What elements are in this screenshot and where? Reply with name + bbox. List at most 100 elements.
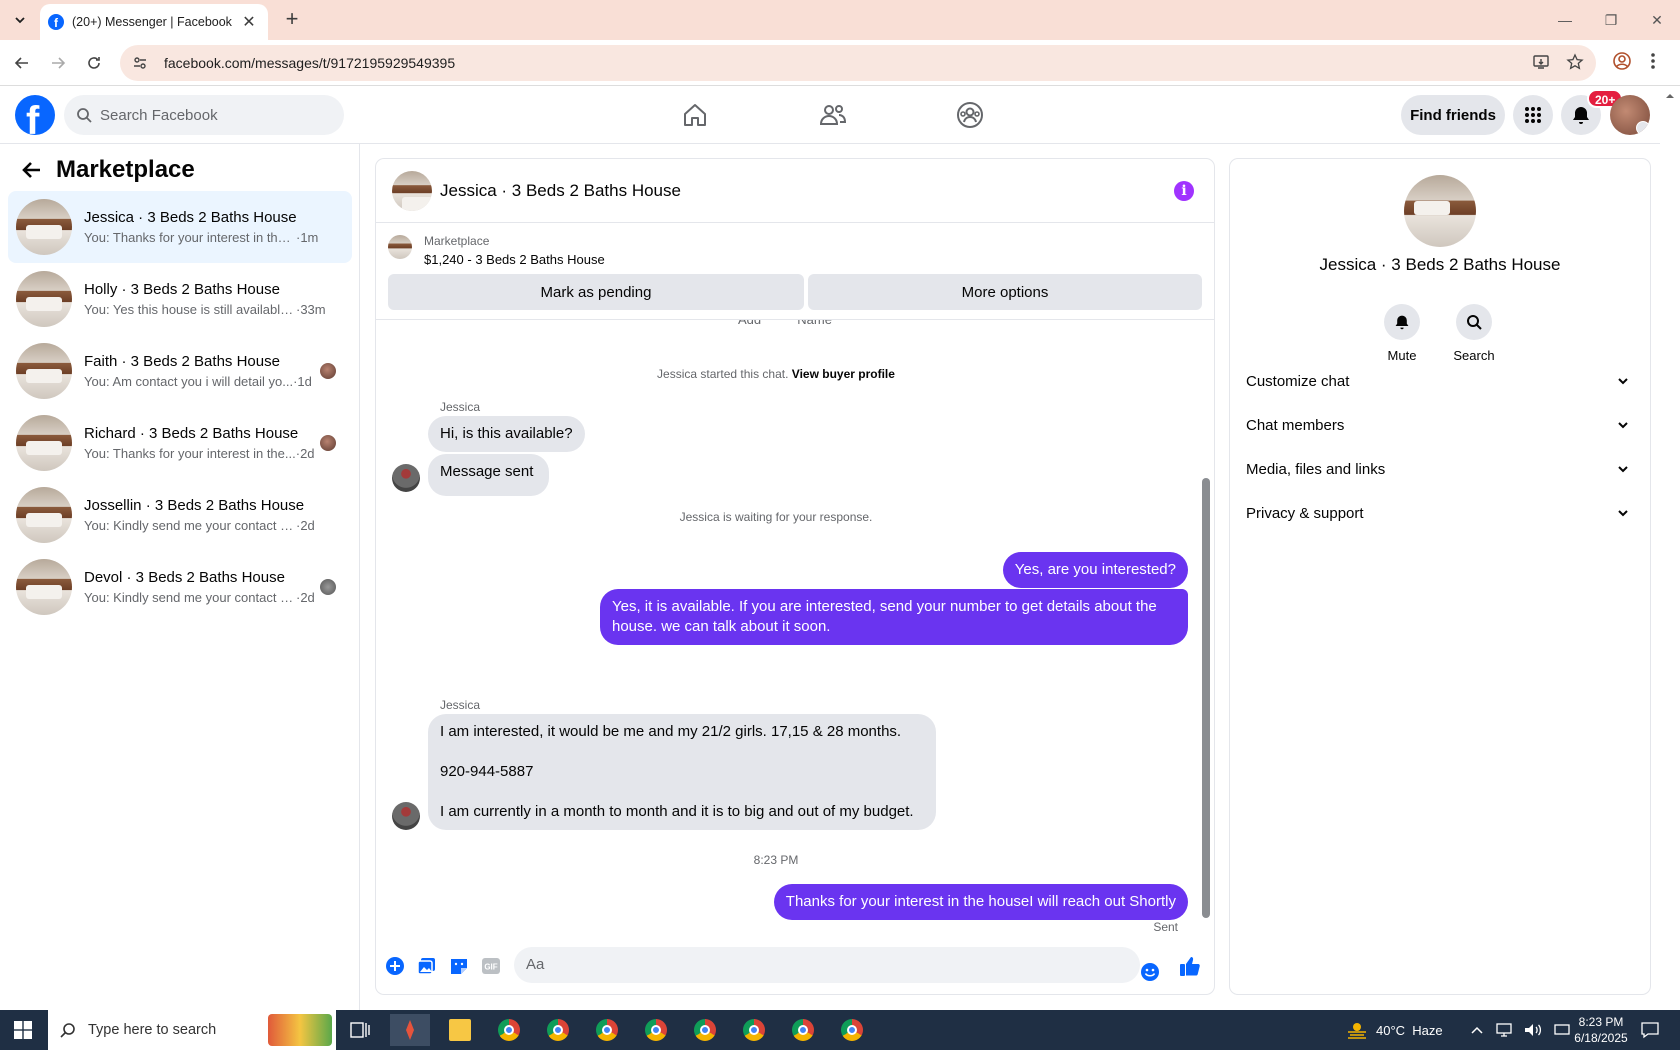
customize-chat-row[interactable]: Customize chat <box>1246 361 1634 401</box>
chrome-taskbar-icon[interactable] <box>783 1014 823 1046</box>
sender-avatar[interactable] <box>392 464 420 492</box>
back-arrow-icon[interactable] <box>20 158 44 182</box>
chrome-taskbar-icon[interactable] <box>734 1014 774 1046</box>
display-icon[interactable] <box>1554 1023 1570 1037</box>
sticky-notes-icon[interactable] <box>440 1014 480 1046</box>
message-line: I am currently in a month to month and i… <box>440 803 914 820</box>
conversation-item[interactable]: Faith · 3 Beds 2 Baths House You: Am con… <box>8 335 352 407</box>
message-list[interactable]: Add Name Jessica started this chat. View… <box>376 319 1214 939</box>
listing-bar[interactable]: Marketplace $1,240 - 3 Beds 2 Baths Hous… <box>376 223 1214 279</box>
chevron-down-icon <box>1618 510 1628 517</box>
forward-button[interactable] <box>44 49 72 77</box>
conversation-item[interactable]: Jossellin · 3 Beds 2 Baths House You: Ki… <box>8 479 352 551</box>
chrome-taskbar-icon[interactable] <box>685 1014 725 1046</box>
scrollbar-thumb[interactable] <box>1202 478 1210 918</box>
media-files-links-row[interactable]: Media, files and links <box>1246 449 1634 489</box>
incoming-message[interactable]: Message sent <box>428 454 550 496</box>
home-nav-icon[interactable] <box>679 99 711 131</box>
task-view-icon[interactable] <box>340 1014 380 1046</box>
incoming-message-multiline[interactable]: I am interested, it would be me and my 2… <box>428 714 936 830</box>
sticker-icon[interactable] <box>448 955 470 977</box>
conversation-item[interactable]: Holly · 3 Beds 2 Baths House You: Yes th… <box>8 263 352 335</box>
listing-thumbnail <box>388 235 412 259</box>
minimize-button[interactable]: — <box>1542 0 1588 40</box>
attach-photo-icon[interactable] <box>416 955 438 977</box>
clock[interactable]: 8:23 PM 6/18/2025 <box>1570 1010 1632 1050</box>
bell-icon <box>1384 304 1420 340</box>
browser-tab-messenger[interactable]: f (20+) Messenger | Facebook ✕ <box>40 4 268 40</box>
chrome-taskbar-icon[interactable] <box>538 1014 578 1046</box>
site-settings-icon[interactable] <box>130 53 150 73</box>
conversation-time: ·2d <box>296 518 315 533</box>
profile-icon[interactable] <box>1612 51 1632 71</box>
clipped-text: Add Name <box>738 319 832 327</box>
conversation-item[interactable]: Richard · 3 Beds 2 Baths House You: Than… <box>8 407 352 479</box>
search-action[interactable]: Search <box>1444 304 1504 363</box>
incoming-message[interactable]: Hi, is this available? <box>428 416 585 452</box>
gif-icon[interactable]: GIF <box>480 955 502 977</box>
back-button[interactable] <box>8 49 36 77</box>
scroll-up-arrow-icon[interactable] <box>1660 89 1680 103</box>
more-options-button[interactable]: More options <box>808 274 1202 310</box>
like-thumbs-up-icon[interactable] <box>1179 955 1201 977</box>
mark-as-pending-button[interactable]: Mark as pending <box>388 274 804 310</box>
chrome-taskbar-icon[interactable] <box>489 1014 529 1046</box>
chrome-taskbar-icon[interactable] <box>587 1014 627 1046</box>
windows-start-icon[interactable] <box>14 1021 32 1039</box>
chat-title[interactable]: Jessica · 3 Beds 2 Baths House <box>440 181 681 201</box>
mute-action[interactable]: Mute <box>1372 304 1432 363</box>
chat-avatar[interactable] <box>392 171 432 211</box>
chat-scrollbar[interactable] <box>1202 328 1210 934</box>
conversation-details-panel: Jessica · 3 Beds 2 Baths House Mute Sear… <box>1230 159 1650 994</box>
conversation-info-icon[interactable]: i <box>1174 181 1194 201</box>
page-scrollbar[interactable] <box>1660 87 1680 1010</box>
sender-avatar[interactable] <box>392 802 420 830</box>
browser-menu-icon[interactable] <box>1650 51 1656 71</box>
details-avatar[interactable] <box>1404 175 1476 247</box>
reload-button[interactable] <box>80 49 108 77</box>
network-icon[interactable] <box>1496 1023 1512 1037</box>
listing-thumbnail <box>16 271 72 327</box>
taskbar-app-pinned[interactable] <box>390 1014 430 1046</box>
tab-search-dropdown-icon[interactable] <box>8 8 32 32</box>
taskbar-search-input[interactable]: Type here to search <box>48 1010 336 1050</box>
tab-close-icon[interactable]: ✕ <box>240 12 258 32</box>
chevron-up-icon[interactable] <box>1470 1025 1484 1035</box>
emoji-icon[interactable] <box>1140 962 1160 982</box>
menu-grid-icon[interactable] <box>1513 95 1553 135</box>
more-actions-plus-icon[interactable] <box>384 955 406 977</box>
close-window-button[interactable]: ✕ <box>1634 0 1680 40</box>
speaker-icon[interactable] <box>1524 1023 1542 1037</box>
groups-nav-icon[interactable] <box>954 99 986 131</box>
outgoing-message[interactable]: Yes, are you interested? <box>1002 552 1188 588</box>
view-buyer-profile-link[interactable]: View buyer profile <box>792 367 895 381</box>
chat-members-row[interactable]: Chat members <box>1246 405 1634 445</box>
chat-header: Jessica · 3 Beds 2 Baths House i <box>376 159 1214 223</box>
chat-started-note: Jessica started this chat. View buyer pr… <box>376 367 1176 381</box>
chrome-taskbar-icon[interactable] <box>636 1014 676 1046</box>
facebook-logo-icon[interactable]: f <box>15 95 55 135</box>
bookmark-star-icon[interactable] <box>1566 53 1584 71</box>
listing-thumbnail <box>16 199 72 255</box>
friends-nav-icon[interactable] <box>817 99 849 131</box>
privacy-support-row[interactable]: Privacy & support <box>1246 493 1634 533</box>
chrome-taskbar-icon[interactable] <box>832 1014 872 1046</box>
restore-button[interactable]: ❐ <box>1588 0 1634 40</box>
clock-time: 8:23 PM <box>1578 1015 1624 1029</box>
install-app-icon[interactable] <box>1532 53 1550 71</box>
conversation-snippet: You: Thanks for your interest in the h..… <box>84 230 296 245</box>
weather-widget[interactable]: 40°C Haze <box>1346 1010 1443 1050</box>
account-avatar[interactable] <box>1610 95 1650 135</box>
conversation-item[interactable]: Devol · 3 Beds 2 Baths House You: Kindly… <box>8 551 352 623</box>
conversation-item[interactable]: Jessica · 3 Beds 2 Baths House You: Than… <box>8 191 352 263</box>
message-input[interactable]: Aa <box>514 947 1140 983</box>
new-tab-button[interactable]: + <box>280 8 304 32</box>
facebook-search-input[interactable]: Search Facebook <box>64 95 344 135</box>
tab-title: (20+) Messenger | Facebook <box>72 15 232 29</box>
find-friends-button[interactable]: Find friends <box>1401 95 1505 135</box>
notifications-center-icon[interactable] <box>1640 1010 1660 1050</box>
outgoing-message[interactable]: Thanks for your interest in the houseI w… <box>773 884 1188 920</box>
address-bar[interactable]: facebook.com/messages/t/9172195929549395 <box>120 45 1596 81</box>
outgoing-message[interactable]: Yes, it is available. If you are interes… <box>600 589 1188 645</box>
clock-date: 6/18/2025 <box>1574 1031 1628 1045</box>
